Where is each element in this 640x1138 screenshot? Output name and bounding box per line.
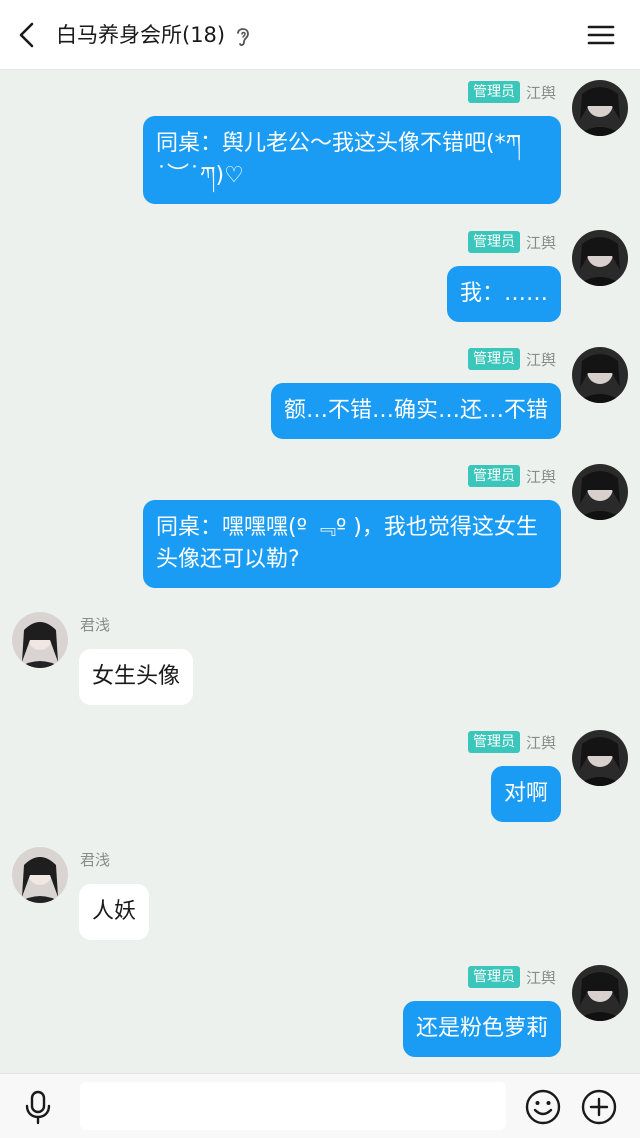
avatar[interactable] [572, 80, 628, 136]
message-bubble[interactable]: 我：…… [446, 266, 561, 322]
avatar[interactable] [12, 612, 68, 668]
sender-name: 江舆 [525, 233, 556, 252]
avatar[interactable] [572, 730, 628, 786]
message-bubble[interactable]: 人妖 [79, 884, 150, 940]
group-title[interactable]: 白马养身会所(18) [56, 20, 225, 50]
sender-name: 君浅 [80, 851, 111, 869]
admin-badge: 管理员 [467, 81, 520, 103]
message-meta: 管理员 江舆 [467, 231, 556, 253]
admin-badge: 管理员 [467, 465, 520, 487]
message-row: 管理员 江舆 我：…… [0, 220, 640, 330]
plus-circle-icon[interactable] [580, 1088, 618, 1126]
avatar[interactable] [572, 230, 628, 286]
message-bubble[interactable]: 额…不错…确实…还…不错 [270, 383, 561, 439]
microphone-icon[interactable] [20, 1089, 56, 1125]
message-bubble[interactable]: 同桌：嘿嘿嘿(º ﹃º )，我也觉得这女生头像还可以勒? [143, 500, 561, 588]
avatar[interactable] [572, 347, 628, 403]
avatar[interactable] [572, 464, 628, 520]
message-row: 君浅 人妖 [0, 847, 640, 947]
message-meta: 管理员 江舆 [467, 81, 556, 103]
admin-badge: 管理员 [467, 966, 520, 988]
admin-badge: 管理员 [467, 731, 520, 753]
message-row: 君浅 女生头像 [0, 612, 640, 712]
message-row: 管理员 江舆 还是粉色萝莉 [0, 955, 640, 1065]
message-meta: 管理员 江舆 [467, 348, 556, 370]
message-input[interactable] [80, 1082, 506, 1130]
message-row: 管理员 江舆 同桌：舆儿老公～我这头像不错吧(*ཀ˙︶˙ཀ)♡ [0, 70, 640, 210]
message-row: 管理员 江舆 同桌：嘿嘿嘿(º ﹃º )，我也觉得这女生头像还可以勒? [0, 454, 640, 594]
sender-name: 君浅 [80, 616, 111, 634]
avatar[interactable] [572, 965, 628, 1021]
avatar[interactable] [12, 847, 68, 903]
sender-name: 江舆 [525, 467, 556, 486]
admin-badge: 管理员 [467, 348, 520, 370]
message-row: 管理员 江舆 额…不错…确实…还…不错 [0, 337, 640, 447]
emoji-smile-icon[interactable] [524, 1088, 562, 1126]
admin-badge: 管理员 [467, 231, 520, 253]
chat-header: 白马养身会所(18) [0, 0, 640, 70]
message-meta: 管理员 江舆 [467, 465, 556, 487]
sender-name: 江舆 [525, 733, 556, 752]
message-meta: 管理员 江舆 [467, 966, 556, 988]
message-row: 管理员 江舆 对啊 [0, 720, 640, 830]
ear-icon [237, 28, 249, 46]
message-meta: 管理员 江舆 [467, 731, 556, 753]
message-bubble[interactable]: 同桌：舆儿老公～我这头像不错吧(*ཀ˙︶˙ཀ)♡ [143, 116, 561, 204]
message-bubble[interactable]: 还是粉色萝莉 [402, 1001, 561, 1057]
sender-name: 江舆 [525, 968, 556, 987]
sender-name: 江舆 [525, 350, 556, 369]
input-bar [0, 1073, 640, 1138]
chevron-left-icon[interactable] [12, 18, 46, 52]
hamburger-menu-icon[interactable] [584, 20, 618, 50]
message-bubble[interactable]: 对啊 [490, 766, 561, 822]
sender-name: 江舆 [525, 83, 556, 102]
message-bubble[interactable]: 女生头像 [79, 649, 194, 705]
